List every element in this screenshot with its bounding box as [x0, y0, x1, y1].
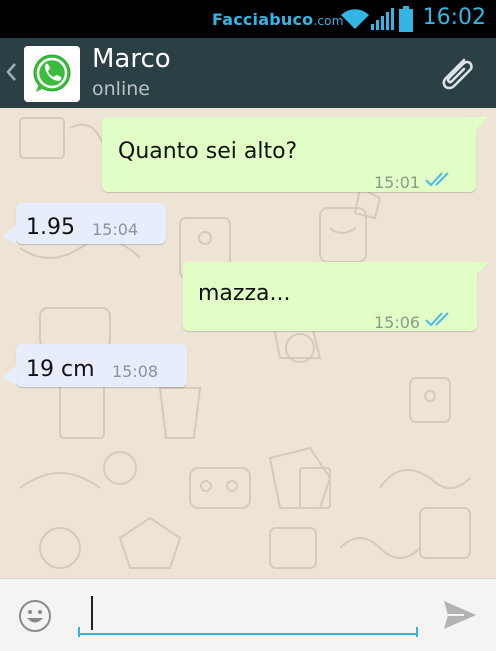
wifi-icon — [341, 9, 369, 30]
message-time: 15:04 — [92, 220, 139, 239]
watermark: Facciabuco.com — [212, 10, 344, 29]
read-ticks-icon — [425, 172, 449, 187]
message-bubble-outgoing[interactable]: Quanto sei alto? 15:01 — [102, 117, 488, 192]
contact-name[interactable]: Marco — [92, 44, 171, 74]
paperclip-icon[interactable] — [434, 52, 478, 96]
message-input-bar — [0, 578, 496, 651]
bubble-tail — [475, 262, 489, 276]
message-bubble-incoming[interactable]: 1.95 15:04 — [2, 203, 166, 244]
message-time: 15:06 — [374, 313, 421, 332]
message-bubble-outgoing[interactable]: mazza... 15:06 — [183, 262, 489, 332]
input-underline-right — [416, 627, 418, 637]
watermark-text: Facciabuco — [212, 10, 314, 29]
avatar[interactable] — [24, 46, 80, 102]
read-ticks-icon — [425, 312, 449, 327]
signal-icon — [371, 8, 394, 30]
message-text: mazza... — [198, 281, 291, 306]
message-time: 15:08 — [112, 362, 159, 381]
chat-header: Marco online — [0, 38, 496, 108]
chat-area[interactable]: Quanto sei alto? 15:01 1.95 15:04 mazza.… — [0, 108, 496, 578]
message-text: 19 cm — [26, 357, 95, 382]
clock: 16:02 — [422, 5, 486, 30]
message-time: 15:01 — [374, 173, 421, 192]
back-chevron-icon[interactable] — [4, 60, 18, 84]
message-text: 1.95 — [26, 215, 75, 240]
contact-status: online — [92, 78, 150, 100]
text-cursor — [91, 596, 93, 630]
bubble-tail — [2, 366, 16, 384]
input-underline-left — [78, 627, 80, 637]
emoji-icon[interactable] — [18, 599, 52, 633]
bubble-tail — [474, 117, 488, 131]
message-bubble-incoming[interactable]: 19 cm 15:08 — [2, 344, 187, 387]
message-text: Quanto sei alto? — [118, 139, 298, 164]
send-icon[interactable] — [440, 597, 480, 633]
bubble-tail — [2, 225, 16, 243]
message-input[interactable] — [78, 591, 418, 635]
whatsapp-avatar-icon — [24, 46, 80, 102]
status-bar: Facciabuco.com 16:02 — [0, 0, 496, 38]
battery-icon — [399, 6, 413, 32]
